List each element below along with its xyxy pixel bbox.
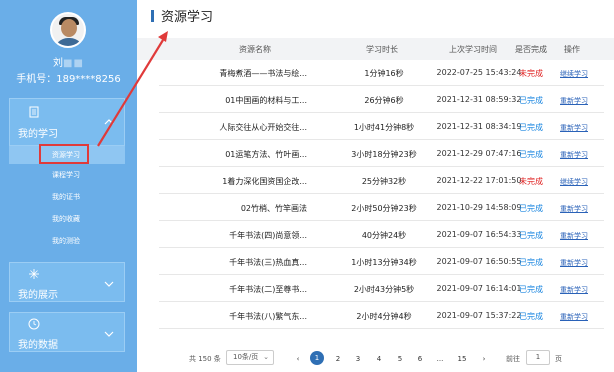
total-count: 共 150 条 — [189, 355, 221, 363]
resource-name[interactable]: 01中国画的材料与工... — [159, 95, 307, 106]
page-button[interactable]: 3 — [351, 352, 365, 366]
page-title: 资源学习 — [161, 10, 214, 25]
sub-item-label: 课程学习 — [52, 171, 80, 179]
study-action-link[interactable]: 重新学习 — [545, 123, 603, 133]
column-header-name: 资源名称 — [239, 45, 271, 54]
column-header-last-time: 上次学习时间 — [449, 45, 497, 54]
title-accent-bar — [151, 10, 154, 22]
user-phone: 手机号：189****8256 — [16, 74, 121, 85]
sidebar: 刘■■ 手机号：189****8256 我的学习 资源学习 课程学习 我的证书 … — [0, 0, 137, 372]
goto-page-input[interactable]: 1 — [526, 350, 550, 365]
column-header-duration: 学习时长 — [366, 45, 398, 54]
table-row: 千年书法(四)尚意领... 40分钟24秒 2021-09-07 16:54:33 已… — [159, 222, 604, 248]
menu-group-my-showcase[interactable]: 我的展示 — [9, 262, 125, 302]
highlight-box — [39, 144, 89, 164]
caret-down-icon: ⌄ — [263, 353, 269, 361]
next-page-button[interactable]: › — [477, 352, 491, 366]
resource-name[interactable]: 千年书法(八)繁气东... — [159, 311, 307, 322]
study-action-link[interactable]: 重新学习 — [545, 96, 603, 106]
chevron-up-icon[interactable] — [104, 119, 114, 125]
study-action-link[interactable]: 重新学习 — [545, 204, 603, 214]
study-duration: 1小时41分钟8秒 — [353, 123, 415, 132]
study-duration: 2小时43分钟5秒 — [353, 285, 415, 294]
sub-item-my-quizzes[interactable]: 我的测验 — [9, 232, 125, 250]
sub-item-label: 我的证书 — [52, 193, 80, 201]
study-action-link[interactable]: 重新学习 — [545, 312, 603, 322]
page-button[interactable]: 5 — [393, 352, 407, 366]
resource-name[interactable]: 千年书法(三)热血真... — [159, 257, 307, 268]
table-row: 青梅煮酒——书法与绘... 1分钟16秒 2022-07-25 15:43:24 未完… — [159, 60, 604, 86]
study-action-link[interactable]: 重新学习 — [545, 285, 603, 295]
resource-name[interactable]: 人际交往从心开始交往... — [159, 122, 307, 133]
table-row: 01中国画的材料与工... 26分钟6秒 2021-12-31 08:59:32 已完… — [159, 87, 604, 113]
goto-suffix: 页 — [555, 355, 562, 363]
column-header-status: 是否完成 — [515, 45, 547, 54]
book-icon — [29, 106, 39, 118]
page-button[interactable]: 6 — [413, 352, 427, 366]
page-button[interactable]: 4 — [372, 352, 386, 366]
study-action-link[interactable]: 继续学习 — [545, 177, 603, 187]
sparkle-icon — [29, 269, 39, 279]
resource-name[interactable]: 1着力深化国资国企改... — [159, 176, 307, 187]
menu-group-my-learning[interactable]: 我的学习 — [9, 98, 125, 146]
resource-name[interactable]: 青梅煮酒——书法与绘... — [159, 68, 307, 79]
study-action-link[interactable]: 重新学习 — [545, 231, 603, 241]
study-duration: 40分钟24秒 — [361, 231, 407, 240]
study-duration: 3小时18分钟23秒 — [351, 150, 417, 159]
table-row: 01运笔方法、竹叶画... 3小时18分钟23秒 2021-12-29 07:47:… — [159, 141, 604, 167]
sub-item-label: 我的收藏 — [52, 215, 80, 223]
study-duration: 1小时13分钟34秒 — [351, 258, 417, 267]
user-name: 刘■■ — [53, 58, 84, 69]
user-avatar[interactable] — [50, 12, 86, 48]
resource-name[interactable]: 02竹梢、竹竿画法 — [159, 203, 307, 214]
sub-item-my-certificates[interactable]: 我的证书 — [9, 188, 125, 206]
table-row: 千年书法(二)至尊书... 2小时43分钟5秒 2021-09-07 16:14:0… — [159, 276, 604, 302]
page-button[interactable]: 1 — [310, 351, 324, 365]
sub-item-my-favorites[interactable]: 我的收藏 — [9, 210, 125, 228]
study-action-link[interactable]: 重新学习 — [545, 258, 603, 268]
resource-name[interactable]: 01运笔方法、竹叶画... — [159, 149, 307, 160]
sub-item-resource-learning[interactable]: 资源学习 — [9, 144, 125, 164]
prev-page-button[interactable]: ‹ — [291, 352, 305, 366]
table-row: 千年书法(三)热血真... 1小时13分钟34秒 2021-09-07 16:50:… — [159, 249, 604, 275]
study-duration: 25分钟32秒 — [361, 177, 407, 186]
study-duration: 2小时50分钟23秒 — [351, 204, 417, 213]
sub-item-course-learning[interactable]: 课程学习 — [9, 166, 125, 184]
table-row: 人际交往从心开始交往... 1小时41分钟8秒 2021-12-31 08:34:1… — [159, 114, 604, 140]
main-content: 资源学习 资源名称 学习时长 上次学习时间 是否完成 操作 青梅煮酒——书法与绘… — [137, 0, 614, 372]
page-button[interactable]: 2 — [331, 352, 345, 366]
chevron-down-icon[interactable] — [104, 281, 114, 287]
resource-name[interactable]: 千年书法(二)至尊书... — [159, 284, 307, 295]
page-size-value: 10条/页 — [233, 353, 259, 361]
study-duration: 26分钟6秒 — [364, 96, 404, 105]
table-header: 资源名称 学习时长 上次学习时间 是否完成 操作 — [137, 38, 614, 60]
table-row: 02竹梢、竹竿画法 2小时50分钟23秒 2021-10-29 14:58:09 已完… — [159, 195, 604, 221]
table-row: 1着力深化国资国企改... 25分钟32秒 2021-12-22 17:01:50 未… — [159, 168, 604, 194]
page-button[interactable]: 15 — [455, 352, 469, 366]
page-size-select[interactable]: 10条/页 ⌄ — [226, 350, 274, 365]
pagination: 共 150 条 10条/页 ⌄ ‹ 1 2 3 4 5 6 ... 15 › 前… — [137, 348, 614, 368]
menu-group-label: 我的展示 — [18, 290, 58, 301]
goto-page-value: 1 — [535, 353, 541, 361]
menu-group-label: 我的数据 — [18, 340, 58, 351]
menu-group-label: 我的学习 — [18, 129, 58, 140]
study-action-link[interactable]: 继续学习 — [545, 69, 603, 79]
menu-group-my-data[interactable]: 我的数据 — [9, 312, 125, 352]
sub-item-label: 我的测验 — [52, 237, 80, 245]
study-duration: 2小时4分钟4秒 — [356, 312, 412, 321]
resource-name[interactable]: 千年书法(四)尚意领... — [159, 230, 307, 241]
goto-label: 前往 — [506, 355, 520, 363]
study-duration: 1分钟16秒 — [364, 69, 404, 78]
page-ellipsis[interactable]: ... — [433, 352, 447, 366]
table-row: 千年书法(八)繁气东... 2小时4分钟4秒 2021-09-07 15:37:22… — [159, 303, 604, 329]
chevron-down-icon[interactable] — [104, 331, 114, 337]
clock-icon — [28, 318, 40, 330]
column-header-operation: 操作 — [564, 45, 580, 54]
study-action-link[interactable]: 重新学习 — [545, 150, 603, 160]
